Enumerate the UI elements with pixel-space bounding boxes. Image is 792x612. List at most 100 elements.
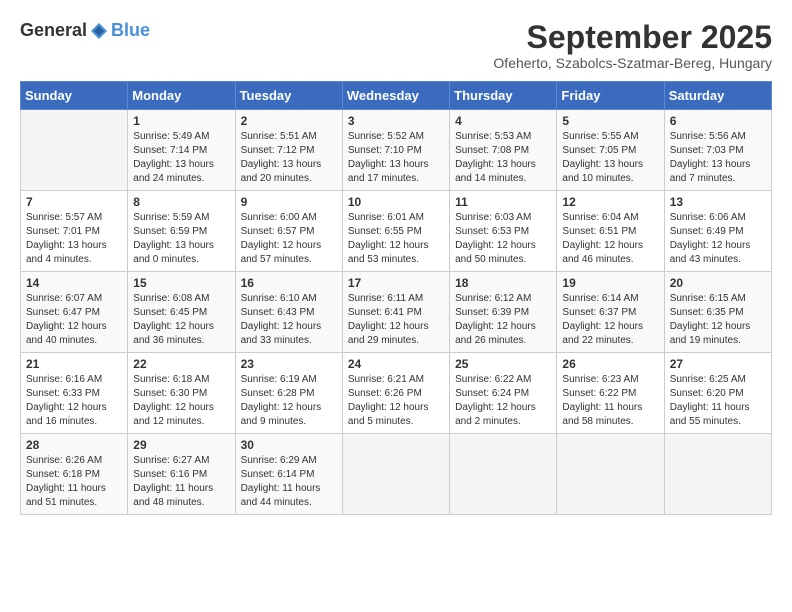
day-info: Sunrise: 6:16 AMSunset: 6:33 PMDaylight:… bbox=[26, 373, 122, 429]
day-number: 12 bbox=[562, 195, 658, 209]
day-info: Sunrise: 6:06 AMSunset: 6:49 PMDaylight:… bbox=[670, 211, 766, 267]
calendar-cell: 22 Sunrise: 6:18 AMSunset: 6:30 PMDayligh… bbox=[128, 353, 235, 434]
day-info: Sunrise: 5:52 AMSunset: 7:10 PMDaylight:… bbox=[348, 130, 444, 186]
day-number: 17 bbox=[348, 276, 444, 290]
day-info: Sunrise: 5:51 AMSunset: 7:12 PMDaylight:… bbox=[241, 130, 337, 186]
day-info: Sunrise: 5:55 AMSunset: 7:05 PMDaylight:… bbox=[562, 130, 658, 186]
calendar-table: SundayMondayTuesdayWednesdayThursdayFrid… bbox=[20, 81, 772, 515]
logo: General Blue bbox=[20, 20, 150, 41]
calendar-week-5: 28Sunrise: 6:26 AMSunset: 6:18 PMDayligh… bbox=[21, 434, 772, 515]
title-area: September 2025 Ofeherto, Szabolcs-Szatma… bbox=[493, 20, 772, 71]
calendar-cell: 14 Sunrise: 6:07 AMSunset: 6:47 PMDayligh… bbox=[21, 272, 128, 353]
calendar-cell bbox=[557, 434, 664, 515]
calendar-cell: 6 Sunrise: 5:56 AMSunset: 7:03 PMDaylight… bbox=[664, 110, 771, 191]
calendar-week-1: 1Sunrise: 5:49 AMSunset: 7:14 PMDaylight… bbox=[21, 110, 772, 191]
calendar-cell: 10 Sunrise: 6:01 AMSunset: 6:55 PMDayligh… bbox=[342, 191, 449, 272]
day-number: 27 bbox=[670, 357, 766, 371]
calendar-cell: 26Sunrise: 6:23 AMSunset: 6:22 PMDayligh… bbox=[557, 353, 664, 434]
weekday-header-friday: Friday bbox=[557, 82, 664, 110]
weekday-header-sunday: Sunday bbox=[21, 82, 128, 110]
day-number: 8 bbox=[133, 195, 229, 209]
calendar-cell: 12 Sunrise: 6:04 AMSunset: 6:51 PMDayligh… bbox=[557, 191, 664, 272]
day-number: 30 bbox=[241, 438, 337, 452]
calendar-cell: 27 Sunrise: 6:25 AMSunset: 6:20 PMDayligh… bbox=[664, 353, 771, 434]
day-info: Sunrise: 6:15 AMSunset: 6:35 PMDaylight:… bbox=[670, 292, 766, 348]
day-info: Sunrise: 6:11 AMSunset: 6:41 PMDaylight:… bbox=[348, 292, 444, 348]
day-number: 20 bbox=[670, 276, 766, 290]
calendar-cell: 30 Sunrise: 6:29 AMSunset: 6:14 PMDayligh… bbox=[235, 434, 342, 515]
page-header: General Blue September 2025 Ofeherto, Sz… bbox=[20, 20, 772, 71]
logo-general: General bbox=[20, 20, 87, 41]
day-info: Sunrise: 6:07 AMSunset: 6:47 PMDaylight:… bbox=[26, 292, 122, 348]
calendar-cell bbox=[21, 110, 128, 191]
calendar-cell: 28Sunrise: 6:26 AMSunset: 6:18 PMDayligh… bbox=[21, 434, 128, 515]
weekday-header-thursday: Thursday bbox=[450, 82, 557, 110]
calendar-cell bbox=[450, 434, 557, 515]
day-info: Sunrise: 6:27 AMSunset: 6:16 PMDaylight:… bbox=[133, 454, 229, 510]
day-number: 23 bbox=[241, 357, 337, 371]
day-number: 7 bbox=[26, 195, 122, 209]
day-info: Sunrise: 6:12 AMSunset: 6:39 PMDaylight:… bbox=[455, 292, 551, 348]
day-number: 15 bbox=[133, 276, 229, 290]
day-info: Sunrise: 6:04 AMSunset: 6:51 PMDaylight:… bbox=[562, 211, 658, 267]
day-info: Sunrise: 5:59 AMSunset: 6:59 PMDaylight:… bbox=[133, 211, 229, 267]
calendar-week-2: 7 Sunrise: 5:57 AMSunset: 7:01 PMDaylight… bbox=[21, 191, 772, 272]
day-info: Sunrise: 6:10 AMSunset: 6:43 PMDaylight:… bbox=[241, 292, 337, 348]
calendar-week-3: 14 Sunrise: 6:07 AMSunset: 6:47 PMDayligh… bbox=[21, 272, 772, 353]
day-number: 9 bbox=[241, 195, 337, 209]
day-number: 22 bbox=[133, 357, 229, 371]
day-number: 29 bbox=[133, 438, 229, 452]
day-number: 1 bbox=[133, 114, 229, 128]
logo-icon bbox=[89, 21, 109, 41]
calendar-cell: 19 Sunrise: 6:14 AMSunset: 6:37 PMDayligh… bbox=[557, 272, 664, 353]
day-info: Sunrise: 6:01 AMSunset: 6:55 PMDaylight:… bbox=[348, 211, 444, 267]
calendar-cell: 11Sunrise: 6:03 AMSunset: 6:53 PMDayligh… bbox=[450, 191, 557, 272]
calendar-cell: 3 Sunrise: 5:52 AMSunset: 7:10 PMDaylight… bbox=[342, 110, 449, 191]
day-info: Sunrise: 6:25 AMSunset: 6:20 PMDaylight:… bbox=[670, 373, 766, 429]
calendar-cell: 4 Sunrise: 5:53 AMSunset: 7:08 PMDaylight… bbox=[450, 110, 557, 191]
calendar-cell: 29 Sunrise: 6:27 AMSunset: 6:16 PMDayligh… bbox=[128, 434, 235, 515]
calendar-cell: 7 Sunrise: 5:57 AMSunset: 7:01 PMDaylight… bbox=[21, 191, 128, 272]
day-info: Sunrise: 5:53 AMSunset: 7:08 PMDaylight:… bbox=[455, 130, 551, 186]
day-info: Sunrise: 6:19 AMSunset: 6:28 PMDaylight:… bbox=[241, 373, 337, 429]
day-info: Sunrise: 5:57 AMSunset: 7:01 PMDaylight:… bbox=[26, 211, 122, 267]
day-number: 14 bbox=[26, 276, 122, 290]
day-info: Sunrise: 6:14 AMSunset: 6:37 PMDaylight:… bbox=[562, 292, 658, 348]
calendar-cell: 2 Sunrise: 5:51 AMSunset: 7:12 PMDaylight… bbox=[235, 110, 342, 191]
calendar-cell: 25 Sunrise: 6:22 AMSunset: 6:24 PMDayligh… bbox=[450, 353, 557, 434]
day-number: 21 bbox=[26, 357, 122, 371]
day-info: Sunrise: 6:22 AMSunset: 6:24 PMDaylight:… bbox=[455, 373, 551, 429]
day-number: 25 bbox=[455, 357, 551, 371]
weekday-header-row: SundayMondayTuesdayWednesdayThursdayFrid… bbox=[21, 82, 772, 110]
location-title: Ofeherto, Szabolcs-Szatmar-Bereg, Hungar… bbox=[493, 55, 772, 71]
calendar-cell: 18 Sunrise: 6:12 AMSunset: 6:39 PMDayligh… bbox=[450, 272, 557, 353]
day-info: Sunrise: 6:29 AMSunset: 6:14 PMDaylight:… bbox=[241, 454, 337, 510]
calendar-cell: 5 Sunrise: 5:55 AMSunset: 7:05 PMDaylight… bbox=[557, 110, 664, 191]
day-number: 5 bbox=[562, 114, 658, 128]
day-number: 6 bbox=[670, 114, 766, 128]
day-number: 10 bbox=[348, 195, 444, 209]
day-info: Sunrise: 6:08 AMSunset: 6:45 PMDaylight:… bbox=[133, 292, 229, 348]
day-info: Sunrise: 6:00 AMSunset: 6:57 PMDaylight:… bbox=[241, 211, 337, 267]
day-number: 3 bbox=[348, 114, 444, 128]
day-number: 13 bbox=[670, 195, 766, 209]
day-number: 18 bbox=[455, 276, 551, 290]
calendar-cell: 23 Sunrise: 6:19 AMSunset: 6:28 PMDayligh… bbox=[235, 353, 342, 434]
day-info: Sunrise: 6:23 AMSunset: 6:22 PMDaylight:… bbox=[562, 373, 658, 429]
calendar-cell: 1Sunrise: 5:49 AMSunset: 7:14 PMDaylight… bbox=[128, 110, 235, 191]
day-number: 19 bbox=[562, 276, 658, 290]
day-number: 11 bbox=[455, 195, 551, 209]
day-number: 2 bbox=[241, 114, 337, 128]
month-title: September 2025 bbox=[493, 20, 772, 55]
calendar-cell: 21 Sunrise: 6:16 AMSunset: 6:33 PMDayligh… bbox=[21, 353, 128, 434]
day-info: Sunrise: 6:21 AMSunset: 6:26 PMDaylight:… bbox=[348, 373, 444, 429]
day-info: Sunrise: 5:56 AMSunset: 7:03 PMDaylight:… bbox=[670, 130, 766, 186]
day-info: Sunrise: 6:18 AMSunset: 6:30 PMDaylight:… bbox=[133, 373, 229, 429]
calendar-cell: 24Sunrise: 6:21 AMSunset: 6:26 PMDayligh… bbox=[342, 353, 449, 434]
weekday-header-monday: Monday bbox=[128, 82, 235, 110]
weekday-header-saturday: Saturday bbox=[664, 82, 771, 110]
calendar-cell: 17 Sunrise: 6:11 AMSunset: 6:41 PMDayligh… bbox=[342, 272, 449, 353]
logo-blue: Blue bbox=[111, 20, 150, 41]
day-number: 4 bbox=[455, 114, 551, 128]
weekday-header-tuesday: Tuesday bbox=[235, 82, 342, 110]
